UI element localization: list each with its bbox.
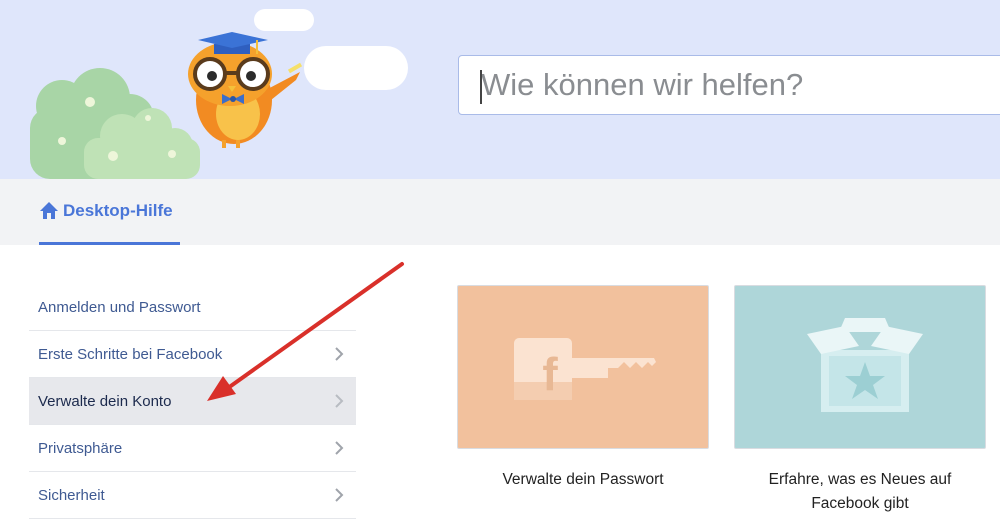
search-box[interactable]: [458, 55, 1000, 115]
search-input[interactable]: [459, 56, 1000, 114]
text-cursor: [480, 70, 482, 104]
sidebar-item-label: Erste Schritte bei Facebook: [38, 345, 223, 363]
card-whats-new[interactable]: [734, 285, 986, 449]
sidebar-item-getting-started[interactable]: Erste Schritte bei Facebook: [29, 331, 356, 378]
hero-banner: [0, 0, 1000, 179]
chevron-right-icon: [335, 488, 344, 502]
card-manage-password[interactable]: f: [457, 285, 709, 449]
chevron-right-icon: [335, 347, 344, 361]
tab-desktop-help[interactable]: Desktop-Hilfe: [39, 179, 180, 245]
sidebar-item-label: Sicherheit: [38, 486, 105, 504]
sidebar-item-privacy[interactable]: Privatsphäre: [29, 425, 356, 472]
sidebar-item-manage-account[interactable]: Verwalte dein Konto: [29, 378, 356, 425]
sidebar-item-login-password[interactable]: Anmelden und Passwort: [29, 284, 356, 331]
card-caption[interactable]: Verwalte dein Passwort: [457, 468, 709, 492]
chevron-right-icon: [335, 394, 344, 408]
card-caption[interactable]: Erfahre, was es Neues auf Facebook gibt: [734, 468, 986, 516]
sidebar-item-label: Verwalte dein Konto: [38, 392, 172, 410]
sidebar-item-security[interactable]: Sicherheit: [29, 472, 356, 519]
sidebar-item-label: Privatsphäre: [38, 439, 123, 457]
owl-illustration: [30, 9, 408, 179]
help-navbar: Desktop-Hilfe: [0, 179, 1000, 245]
sidebar-item-label: Anmelden und Passwort: [38, 298, 201, 316]
home-icon: [39, 201, 59, 221]
svg-text:f: f: [542, 348, 558, 400]
facebook-key-icon: f: [514, 338, 656, 400]
sidebar-menu: Anmelden und Passwort Erste Schritte bei…: [29, 284, 356, 519]
tab-label: Desktop-Hilfe: [63, 200, 173, 220]
chevron-right-icon: [335, 441, 344, 455]
gift-box-star-icon: [807, 318, 923, 412]
